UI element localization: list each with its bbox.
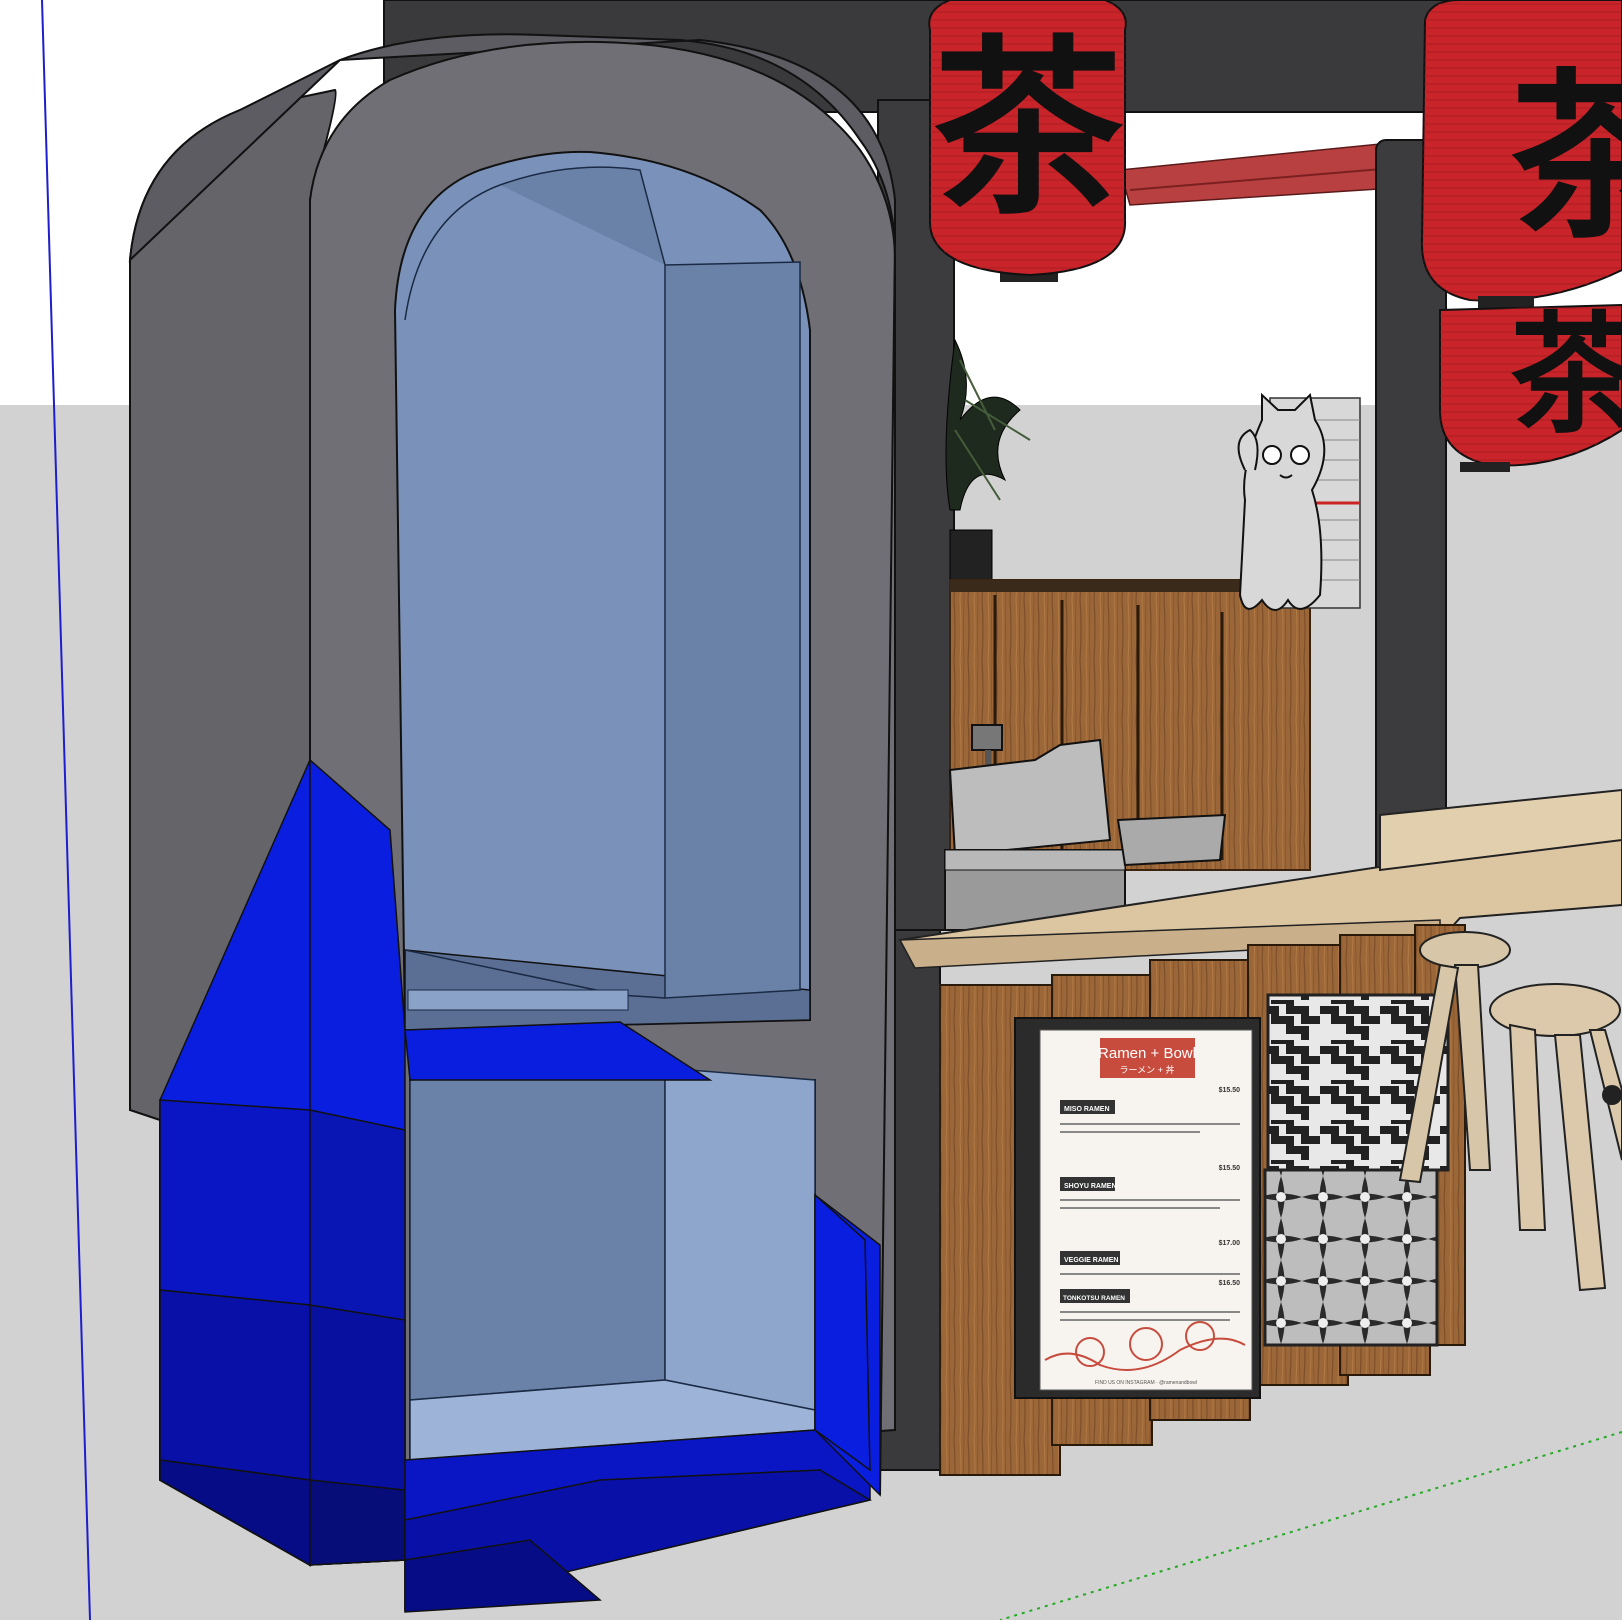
menu-item-name: MISO RAMEN: [1064, 1106, 1110, 1113]
menu-item-price: $17.00: [1219, 1240, 1241, 1247]
menu-item-price: $15.50: [1219, 1087, 1241, 1094]
menu-item-price: $15.50: [1219, 1165, 1241, 1172]
menu-item-name: SHOYU RAMEN: [1064, 1183, 1117, 1190]
menu-subtitle: ラーメン + 丼: [1120, 1064, 1175, 1075]
lantern-right-upper-glyph: 茶: [1510, 52, 1622, 263]
lantern-left: 茶: [928, 0, 1127, 282]
lantern-right-lower-glyph: 茶: [1510, 298, 1622, 451]
arch-display-unit[interactable]: [128, 33, 896, 1613]
sketchup-viewport[interactable]: 茶 茶 茶 Ramen + Bowl ラーメン + 丼 MISO RAMEN $…: [0, 0, 1622, 1620]
menu-board: Ramen + Bowl ラーメン + 丼 MISO RAMEN $15.50 …: [1014, 1017, 1261, 1399]
lantern-left-glyph: 茶: [933, 17, 1124, 240]
lantern-right-upper: 茶: [1420, 0, 1622, 308]
menu-title: Ramen + Bowl: [1098, 1045, 1196, 1062]
menu-footer: FIND US ON INSTAGRAM · @ramenandbowl: [1095, 1380, 1197, 1386]
menu-item-name: VEGGIE RAMEN: [1064, 1257, 1118, 1264]
lantern-right-lower: 茶: [1439, 298, 1622, 472]
menu-item-name: TONKOTSU RAMEN: [1063, 1295, 1125, 1302]
menu-item-price: $16.50: [1219, 1280, 1241, 1287]
tile-panel-pattern: [1263, 1168, 1439, 1347]
